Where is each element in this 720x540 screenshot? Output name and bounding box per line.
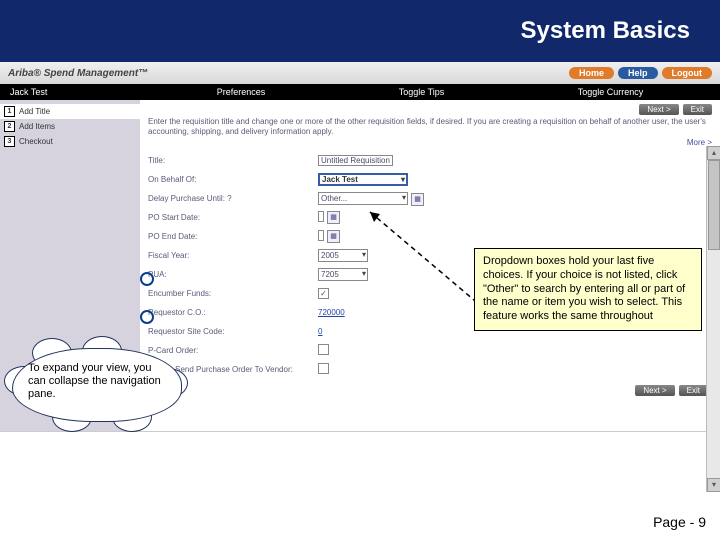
exit-button-bottom[interactable]: Exit — [679, 385, 708, 396]
page-number: Page - 9 — [653, 514, 706, 530]
postart-label: PO Start Date: — [148, 213, 318, 222]
fiscal-select[interactable]: 2005 — [318, 249, 368, 262]
vertical-scrollbar[interactable]: ▴ ▾ — [706, 146, 720, 492]
scroll-down-icon[interactable]: ▾ — [707, 478, 720, 492]
onbehalf-select[interactable]: Jack Test — [318, 173, 408, 186]
app-header-bar: Ariba® Spend Management™ Home Help Logou… — [0, 62, 720, 84]
next-button[interactable]: Next > — [639, 104, 678, 115]
site-link[interactable]: 0 — [318, 327, 322, 336]
tooltip-callout: Dropdown boxes hold your last five choic… — [474, 248, 702, 331]
home-button[interactable]: Home — [569, 67, 614, 79]
encumber-checkbox[interactable]: ✓ — [318, 288, 329, 299]
brand-logo: Ariba® Spend Management™ — [8, 68, 148, 79]
poend-input[interactable] — [318, 230, 324, 241]
help-button[interactable]: Help — [618, 67, 658, 79]
delay-label: Delay Purchase Until: ? — [148, 194, 318, 203]
slide-title: System Basics — [521, 17, 690, 45]
menu-toggle-tips[interactable]: Toggle Tips — [399, 87, 445, 97]
title-label: Title: — [148, 156, 318, 165]
poend-label: PO End Date: — [148, 232, 318, 241]
instruction-text: Enter the requisition title and change o… — [148, 117, 712, 136]
delay-select[interactable]: Other... — [318, 192, 408, 205]
step-1[interactable]: 1Add Title — [0, 104, 140, 119]
circle-marker-icon — [140, 310, 154, 324]
logout-button[interactable]: Logout — [662, 67, 713, 79]
calendar-icon[interactable]: ▦ — [327, 230, 340, 243]
pcard-checkbox[interactable] — [318, 344, 329, 355]
menu-preferences[interactable]: Preferences — [217, 87, 266, 97]
calendar-icon[interactable]: ▦ — [327, 211, 340, 224]
scroll-thumb[interactable] — [708, 160, 720, 250]
nosend-checkbox[interactable] — [318, 363, 329, 374]
encumber-label: Encumber Funds: — [148, 289, 318, 298]
cloud-callout: To expand your view, you can collapse th… — [12, 348, 182, 422]
tooltip-text: Dropdown boxes hold your last five choic… — [483, 255, 685, 322]
more-link[interactable]: More > — [148, 138, 712, 147]
title-input[interactable]: Untitled Requisition — [318, 155, 393, 166]
pua-label: PUA: — [148, 270, 318, 279]
fiscal-label: Fiscal Year: — [148, 251, 318, 260]
scroll-up-icon[interactable]: ▴ — [707, 146, 720, 160]
exit-button[interactable]: Exit — [683, 104, 712, 115]
menu-toggle-currency[interactable]: Toggle Currency — [578, 87, 644, 97]
highlight-markers — [140, 272, 154, 348]
pua-select[interactable]: 7205 — [318, 268, 368, 281]
slide-header: System Basics — [0, 0, 720, 62]
postart-input[interactable] — [318, 211, 324, 222]
onbehalf-label: On Behalf Of: — [148, 175, 318, 184]
step-3[interactable]: 3Checkout — [0, 134, 140, 149]
circle-marker-icon — [140, 272, 154, 286]
step-2[interactable]: 2Add Items — [0, 119, 140, 134]
menu-bar: Jack Test Preferences Toggle Tips Toggle… — [0, 84, 720, 100]
site-label: Requestor Site Code: — [148, 327, 318, 336]
cloud-text: To expand your view, you can collapse th… — [28, 362, 166, 402]
user-label: Jack Test — [0, 87, 140, 97]
next-button-bottom[interactable]: Next > — [635, 385, 674, 396]
reqco-link[interactable]: 720000 — [318, 308, 345, 317]
calendar-icon[interactable]: ▦ — [411, 193, 424, 206]
reqco-label: Requestor C.O.: — [148, 308, 318, 317]
